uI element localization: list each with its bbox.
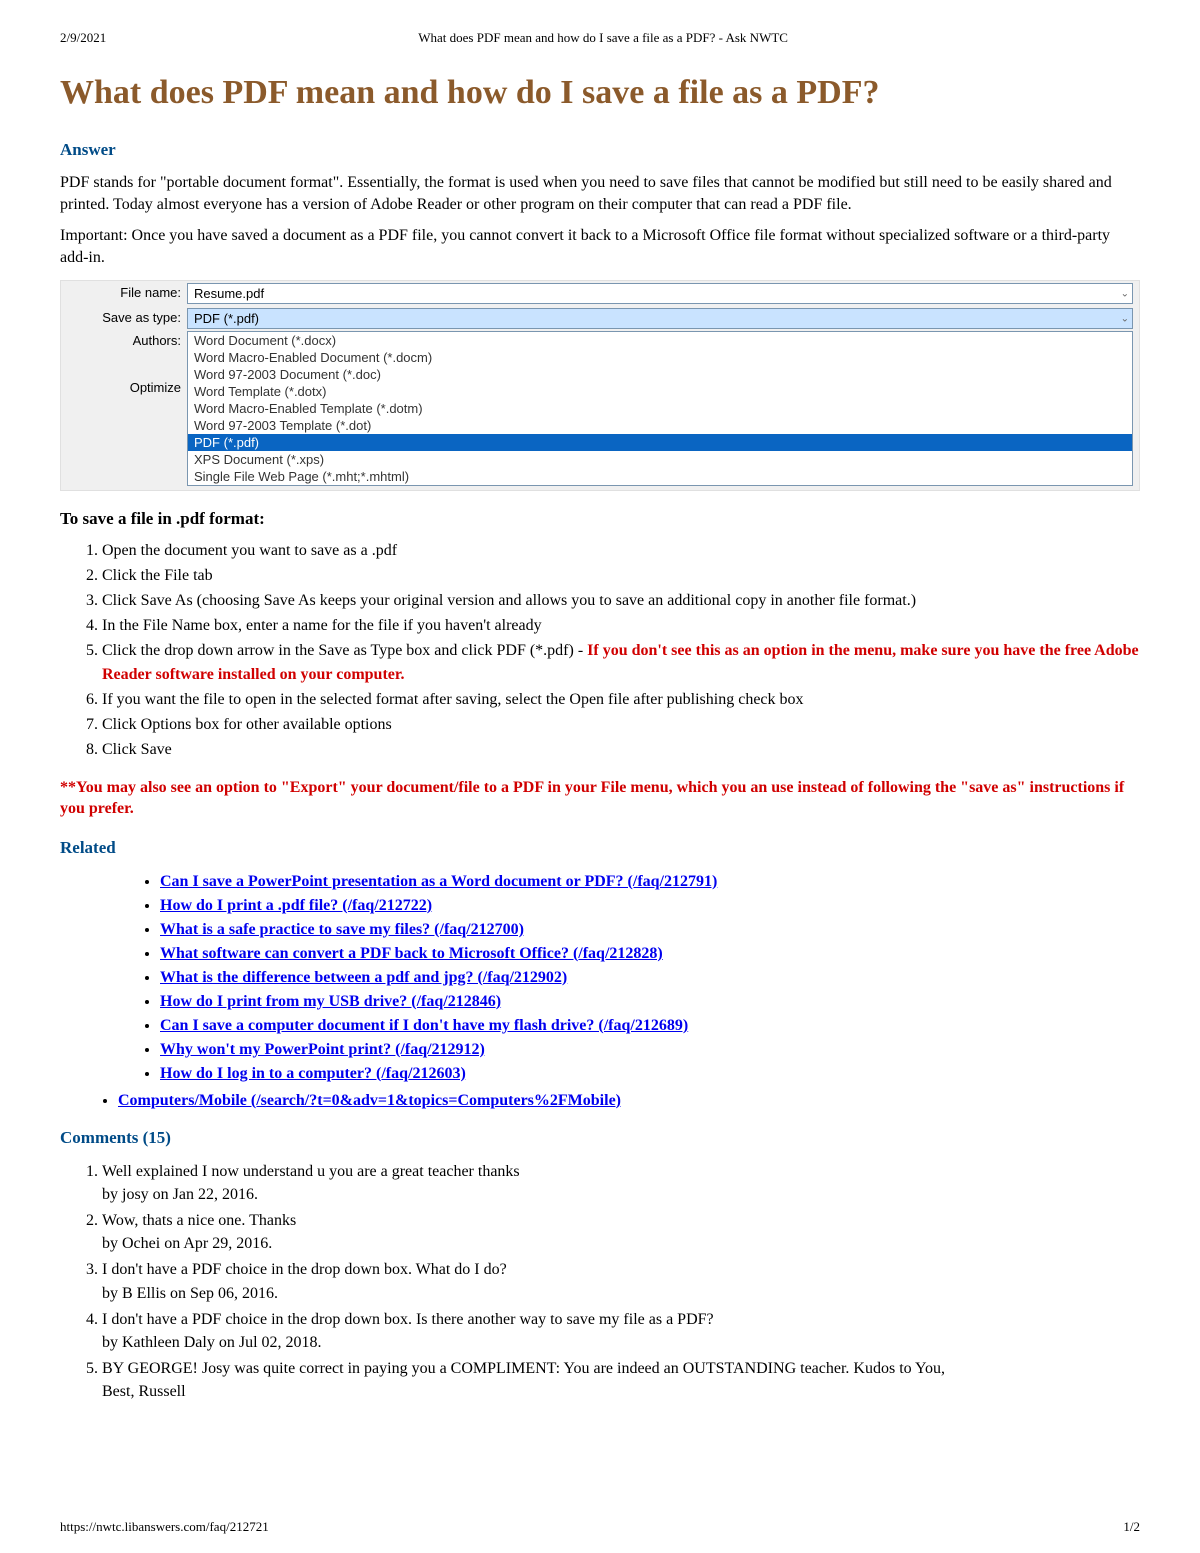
step-item: Click Save [102, 738, 1140, 763]
filename-field[interactable]: Resume.pdf ⌄ [187, 283, 1133, 304]
related-link[interactable]: What software can convert a PDF back to … [160, 945, 663, 962]
save-as-type-option[interactable]: Word 97-2003 Template (*.dot) [188, 417, 1132, 434]
comment-text: I don't have a PDF choice in the drop do… [102, 1311, 714, 1328]
comment-item: Well explained I now understand u you ar… [102, 1160, 1140, 1206]
optimize-label: Optimize [61, 380, 181, 395]
comment-text: I don't have a PDF choice in the drop do… [102, 1261, 507, 1278]
comment-item: BY GEORGE! Josy was quite correct in pay… [102, 1357, 1140, 1403]
saveas-dialog-illustration: File name: Resume.pdf ⌄ Save as type: PD… [60, 280, 1140, 491]
step-item: Click Save As (choosing Save As keeps yo… [102, 589, 1140, 614]
step-item: Open the document you want to save as a … [102, 539, 1140, 564]
save-as-type-label: Save as type: [61, 306, 187, 331]
authors-label: Authors: [61, 333, 181, 348]
save-as-type-option[interactable]: XPS Document (*.xps) [188, 451, 1132, 468]
step-item: Click Options box for other available op… [102, 713, 1140, 738]
topic-link[interactable]: Computers/Mobile (/search/?t=0&adv=1&top… [118, 1092, 621, 1109]
related-link[interactable]: How do I print a .pdf file? (/faq/212722… [160, 897, 432, 914]
save-as-type-dropdown[interactable]: Word Document (*.docx)Word Macro-Enabled… [187, 331, 1133, 486]
footer-page-number: 1/2 [1123, 1519, 1140, 1535]
comment-meta: by B Ellis on Sep 06, 2016. [102, 1285, 278, 1302]
topic-link-list: Computers/Mobile (/search/?t=0&adv=1&top… [98, 1092, 1140, 1110]
save-as-type-option[interactable]: PDF (*.pdf) [188, 434, 1132, 451]
comment-extra: Best, Russell [102, 1383, 186, 1400]
related-link[interactable]: How do I print from my USB drive? (/faq/… [160, 993, 501, 1010]
save-as-type-option[interactable]: Word Template (*.dotx) [188, 383, 1132, 400]
export-note: **You may also see an option to "Export"… [60, 777, 1140, 820]
footer-url: https://nwtc.libanswers.com/faq/212721 [60, 1519, 269, 1535]
chevron-down-icon: ⌄ [1121, 313, 1129, 324]
chevron-down-icon: ⌄ [1121, 288, 1129, 299]
print-page-title: What does PDF mean and how do I save a f… [418, 30, 788, 46]
related-item: Why won't my PowerPoint print? (/faq/212… [160, 1038, 1140, 1062]
steps-list: Open the document you want to save as a … [82, 539, 1140, 762]
comment-item: Wow, thats a nice one. Thanks by Ochei on… [102, 1209, 1140, 1255]
answer-heading: Answer [60, 140, 1140, 160]
related-heading: Related [60, 838, 1140, 858]
step-item: Click the drop down arrow in the Save as… [102, 639, 1140, 689]
related-item: What is a safe practice to save my files… [160, 918, 1140, 942]
comments-list: Well explained I now understand u you ar… [82, 1160, 1140, 1404]
save-as-type-option[interactable]: Word Document (*.docx) [188, 332, 1132, 349]
related-link[interactable]: What is a safe practice to save my files… [160, 921, 524, 938]
related-links-list: Can I save a PowerPoint presentation as … [140, 870, 1140, 1086]
answer-para-2: Important: Once you have saved a documen… [60, 225, 1140, 268]
save-as-type-option[interactable]: Word Macro-Enabled Document (*.docm) [188, 349, 1132, 366]
save-as-type-field[interactable]: PDF (*.pdf) ⌄ [187, 308, 1133, 329]
page-title: What does PDF mean and how do I save a f… [60, 74, 1140, 112]
related-link[interactable]: How do I log in to a computer? (/faq/212… [160, 1065, 466, 1082]
comment-item: I don't have a PDF choice in the drop do… [102, 1258, 1140, 1304]
related-item: Can I save a PowerPoint presentation as … [160, 870, 1140, 894]
step-item: If you want the file to open in the sele… [102, 688, 1140, 713]
related-link[interactable]: Can I save a computer document if I don'… [160, 1017, 688, 1034]
step-warning: If you don't see this as an option in th… [102, 642, 1139, 684]
save-as-type-option[interactable]: Word 97-2003 Document (*.doc) [188, 366, 1132, 383]
comments-heading: Comments (15) [60, 1128, 1140, 1148]
step-item: In the File Name box, enter a name for t… [102, 614, 1140, 639]
comment-meta: by Kathleen Daly on Jul 02, 2018. [102, 1334, 322, 1351]
related-link[interactable]: Can I save a PowerPoint presentation as … [160, 873, 717, 890]
save-as-type-option[interactable]: Single File Web Page (*.mht;*.mhtml) [188, 468, 1132, 485]
filename-value: Resume.pdf [194, 286, 264, 301]
related-item: What software can convert a PDF back to … [160, 942, 1140, 966]
print-date: 2/9/2021 [60, 30, 106, 46]
steps-heading: To save a file in .pdf format: [60, 509, 1140, 529]
comment-meta: by Ochei on Apr 29, 2016. [102, 1235, 272, 1252]
comment-item: I don't have a PDF choice in the drop do… [102, 1308, 1140, 1354]
comment-text: BY GEORGE! Josy was quite correct in pay… [102, 1360, 945, 1377]
related-item: How do I print a .pdf file? (/faq/212722… [160, 894, 1140, 918]
save-as-type-value: PDF (*.pdf) [194, 311, 259, 326]
related-link[interactable]: What is the difference between a pdf and… [160, 969, 567, 986]
answer-para-1: PDF stands for "portable document format… [60, 172, 1140, 215]
related-item: Can I save a computer document if I don'… [160, 1014, 1140, 1038]
related-item: How do I log in to a computer? (/faq/212… [160, 1062, 1140, 1086]
related-item: How do I print from my USB drive? (/faq/… [160, 990, 1140, 1014]
filename-label: File name: [61, 281, 187, 306]
comment-text: Wow, thats a nice one. Thanks [102, 1212, 296, 1229]
step-item: Click the File tab [102, 564, 1140, 589]
comment-text: Well explained I now understand u you ar… [102, 1163, 520, 1180]
comment-meta: by josy on Jan 22, 2016. [102, 1186, 258, 1203]
related-link[interactable]: Why won't my PowerPoint print? (/faq/212… [160, 1041, 485, 1058]
related-item: What is the difference between a pdf and… [160, 966, 1140, 990]
save-as-type-option[interactable]: Word Macro-Enabled Template (*.dotm) [188, 400, 1132, 417]
